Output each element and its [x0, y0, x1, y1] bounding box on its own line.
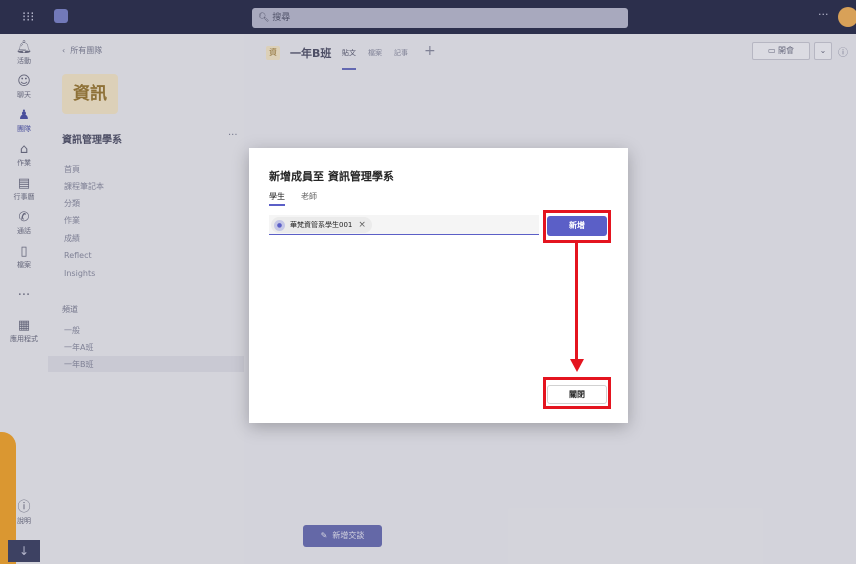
annotation-arrow-head [570, 359, 584, 372]
member-name: 華梵資管系學生001 [290, 221, 353, 229]
remove-member-icon[interactable]: × [358, 220, 366, 230]
close-button-highlight [543, 377, 611, 409]
tab-students[interactable]: 學生 [269, 191, 285, 206]
member-avatar: ● [274, 219, 285, 231]
annotation-arrow [575, 243, 578, 360]
member-search-input[interactable]: ● 華梵資管系學生001 × [269, 215, 539, 235]
tab-teachers[interactable]: 老師 [301, 191, 317, 202]
add-button-highlight [543, 210, 611, 243]
selected-member-pill: ● 華梵資管系學生001 × [271, 217, 372, 233]
dialog-title: 新增成員至 資訊管理學系 [269, 170, 394, 183]
